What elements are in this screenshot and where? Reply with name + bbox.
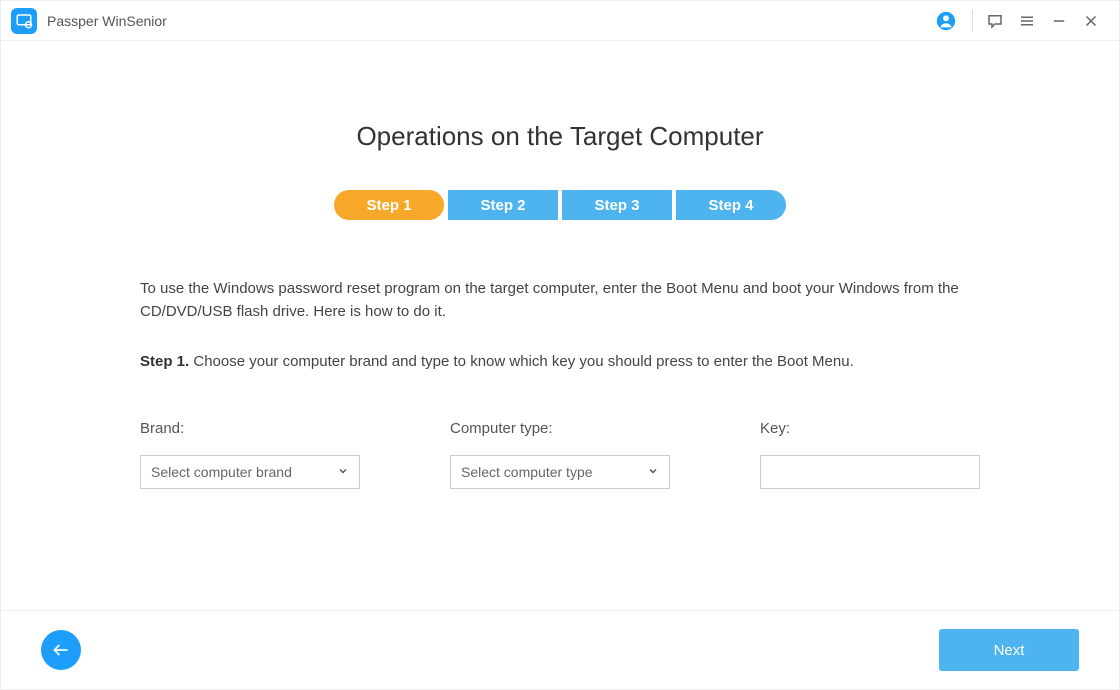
- title-bar: Passper WinSenior: [1, 1, 1119, 41]
- feedback-icon[interactable]: [979, 5, 1011, 37]
- brand-select-placeholder: Select computer brand: [151, 464, 292, 480]
- form-row: Brand: Select computer brand Computer ty…: [140, 420, 980, 489]
- close-icon[interactable]: [1075, 5, 1107, 37]
- title-divider: [972, 10, 973, 32]
- type-select[interactable]: Select computer type: [450, 455, 670, 489]
- key-column: Key:: [760, 420, 980, 489]
- step-pill-3[interactable]: Step 3: [562, 190, 672, 220]
- back-button[interactable]: [41, 630, 81, 670]
- account-icon[interactable]: [930, 5, 962, 37]
- step-pill-2[interactable]: Step 2: [448, 190, 558, 220]
- step1-text: Choose your computer brand and type to k…: [189, 353, 854, 370]
- steps-bar: Step 1 Step 2 Step 3 Step 4: [334, 190, 786, 220]
- intro-text: To use the Windows password reset progra…: [140, 278, 980, 323]
- minimize-icon[interactable]: [1043, 5, 1075, 37]
- brand-select[interactable]: Select computer brand: [140, 455, 360, 489]
- app-title: Passper WinSenior: [47, 13, 167, 29]
- type-select-placeholder: Select computer type: [461, 464, 593, 480]
- brand-label: Brand:: [140, 420, 360, 437]
- menu-icon[interactable]: [1011, 5, 1043, 37]
- main-content: Operations on the Target Computer Step 1…: [1, 41, 1119, 611]
- type-label: Computer type:: [450, 420, 670, 437]
- step-pill-4[interactable]: Step 4: [676, 190, 786, 220]
- app-logo-icon: [11, 8, 37, 34]
- arrow-left-icon: [51, 640, 71, 660]
- step-pill-1[interactable]: Step 1: [334, 190, 444, 220]
- step1-prefix: Step 1.: [140, 353, 189, 370]
- key-label: Key:: [760, 420, 980, 437]
- brand-column: Brand: Select computer brand: [140, 420, 360, 489]
- chevron-down-icon: [337, 464, 349, 480]
- chevron-down-icon: [647, 464, 659, 480]
- step1-instruction: Step 1. Choose your computer brand and t…: [140, 351, 980, 374]
- footer: Next: [1, 611, 1119, 689]
- next-button[interactable]: Next: [939, 629, 1079, 671]
- page-title: Operations on the Target Computer: [356, 121, 763, 152]
- type-column: Computer type: Select computer type: [450, 420, 670, 489]
- key-output: [760, 455, 980, 489]
- next-button-label: Next: [994, 642, 1025, 659]
